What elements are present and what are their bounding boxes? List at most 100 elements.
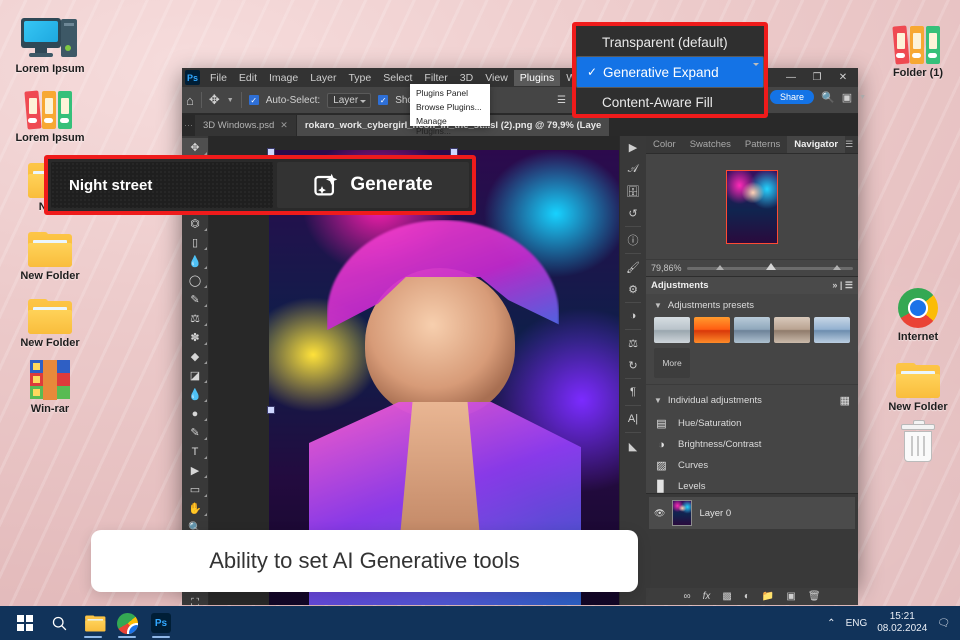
- tab-swatches[interactable]: Swatches: [683, 136, 738, 153]
- prompt-input[interactable]: Night street: [51, 162, 273, 208]
- search-icon[interactable]: [42, 606, 76, 640]
- new-layer-icon[interactable]: ▣: [786, 591, 795, 602]
- paths-icon[interactable]: ◣: [620, 435, 646, 457]
- preset-thumbnail[interactable]: [654, 317, 690, 343]
- layer-scope-select[interactable]: Layer: [327, 93, 371, 108]
- menu-image[interactable]: Image: [263, 70, 304, 86]
- plugins-menu-item-panel[interactable]: Plugins Panel: [410, 86, 490, 100]
- search-icon[interactable]: 🔍: [821, 91, 835, 104]
- transform-handle-ml[interactable]: [267, 406, 275, 414]
- tab-grip[interactable]: ⋯: [182, 114, 195, 136]
- tab-patterns[interactable]: Patterns: [738, 136, 787, 153]
- menu-type[interactable]: Type: [342, 70, 377, 86]
- gradient-tool[interactable]: ◪: [182, 366, 208, 385]
- brush-tool[interactable]: ✎: [182, 290, 208, 309]
- desktop-icon-recycle-bin[interactable]: [872, 418, 960, 467]
- libraries-icon[interactable]: 🗄: [620, 180, 646, 202]
- dropdown-item-generative-expand[interactable]: ✓ Generative Expand: [576, 56, 764, 88]
- preset-thumbnail[interactable]: [814, 317, 850, 343]
- info-icon[interactable]: ⓘ: [620, 229, 646, 251]
- delete-icon[interactable]: 🗑: [808, 591, 821, 602]
- generate-button[interactable]: Generate: [277, 162, 469, 208]
- desktop-icon-winrar[interactable]: Win-rar: [4, 354, 96, 416]
- path-selection-tool[interactable]: ▶: [182, 461, 208, 480]
- workspace-icon[interactable]: ▣: [842, 91, 852, 104]
- preset-thumbnail[interactable]: [694, 317, 730, 343]
- preset-thumbnail[interactable]: [774, 317, 810, 343]
- frame-tool[interactable]: ▯: [182, 233, 208, 252]
- adjustment-icon[interactable]: ◐: [744, 591, 750, 602]
- align-horizontal-centers-icon[interactable]: ☰: [557, 95, 566, 106]
- panel-menu-icon[interactable]: ☰: [845, 139, 858, 150]
- photoshop-icon[interactable]: Ps: [144, 606, 178, 640]
- maximize-button[interactable]: ❐: [804, 68, 830, 87]
- crop-tool[interactable]: ⏣: [182, 214, 208, 233]
- paragraph-icon[interactable]: ¶: [620, 381, 646, 403]
- link-icon[interactable]: ∞: [683, 591, 690, 602]
- blur-tool[interactable]: 💧: [182, 385, 208, 404]
- menu-edit[interactable]: Edit: [233, 70, 263, 86]
- glyphs-icon[interactable]: 𝒜: [620, 158, 646, 180]
- properties-icon[interactable]: ⚙: [620, 278, 646, 300]
- pen-tool[interactable]: ✎: [182, 423, 208, 442]
- desktop-icon-folder-1[interactable]: Folder (1): [872, 18, 960, 80]
- eraser-tool[interactable]: ◆: [182, 347, 208, 366]
- individual-adjustments-header[interactable]: ▼ Individual adjustments ▦: [646, 388, 858, 413]
- tab-color[interactable]: Color: [646, 136, 683, 153]
- dropdown-item-transparent[interactable]: Transparent (default): [576, 28, 764, 56]
- move-tool-icon[interactable]: ✥: [209, 92, 220, 108]
- tab-navigator[interactable]: Navigator: [787, 136, 845, 153]
- history-brush-tool[interactable]: ✽: [182, 328, 208, 347]
- layer-row[interactable]: 👁 Layer 0: [649, 497, 855, 529]
- menu-layer[interactable]: Layer: [304, 70, 342, 86]
- language-indicator[interactable]: ENG: [846, 618, 868, 629]
- chevron-down-icon[interactable]: ▼: [859, 94, 866, 101]
- clone-stamp-tool[interactable]: ⚖: [182, 309, 208, 328]
- close-button[interactable]: ✕: [830, 68, 856, 87]
- play-icon[interactable]: ▶: [620, 136, 646, 158]
- notification-icon[interactable]: 🗨: [937, 618, 950, 629]
- character-icon[interactable]: A|: [620, 408, 646, 430]
- more-presets-button[interactable]: More: [654, 348, 690, 378]
- menu-file[interactable]: File: [204, 70, 233, 86]
- chrome-icon[interactable]: [110, 606, 144, 640]
- zoom-slider-thumb[interactable]: [766, 263, 776, 270]
- zoom-in-icon[interactable]: [833, 265, 841, 270]
- adjustment-levels[interactable]: ▊ Levels: [646, 476, 858, 493]
- history-icon[interactable]: ↺: [620, 202, 646, 224]
- group-icon[interactable]: 📁: [762, 591, 774, 602]
- dropdown-item-content-aware-fill[interactable]: Content-Aware Fill: [576, 88, 764, 116]
- zoom-slider[interactable]: [687, 267, 853, 270]
- desktop-icon-binders[interactable]: Lorem Ipsum: [4, 83, 96, 145]
- show-transform-checkbox[interactable]: ✓: [378, 95, 388, 105]
- hand-tool[interactable]: ✋: [182, 499, 208, 518]
- fx-icon[interactable]: fx: [703, 591, 711, 602]
- dodge-tool[interactable]: ●: [182, 404, 208, 423]
- chevron-down-icon[interactable]: ▼: [227, 97, 234, 104]
- share-button[interactable]: Share: [770, 90, 814, 104]
- clock[interactable]: 15:21 08.02.2024: [877, 611, 927, 635]
- zoom-out-icon[interactable]: [716, 265, 724, 270]
- brush-settings-icon[interactable]: 🖌: [620, 256, 646, 278]
- menu-plugins[interactable]: Plugins: [514, 70, 560, 86]
- desktop-icon-new-folder-2[interactable]: New Folder: [4, 288, 96, 350]
- close-icon[interactable]: ✕: [280, 120, 288, 131]
- document-tab-3d-windows[interactable]: 3D Windows.psd ✕: [195, 115, 296, 136]
- clone-source-icon[interactable]: ⚖: [620, 332, 646, 354]
- mask-icon[interactable]: ▩: [722, 591, 731, 602]
- plugins-menu-item-manage[interactable]: Manage Plugins...: [410, 114, 490, 138]
- adjustment-curves[interactable]: ▨ Curves: [646, 455, 858, 476]
- auto-select-checkbox[interactable]: ✓: [249, 95, 259, 105]
- adjustment-hue-saturation[interactable]: ▤ Hue/Saturation: [646, 413, 858, 434]
- panel-collapse-icon[interactable]: » | ☰: [832, 280, 853, 291]
- adjustments-presets-header[interactable]: ▼ Adjustments presets: [646, 294, 858, 317]
- type-tool[interactable]: T: [182, 442, 208, 461]
- grid-view-icon[interactable]: ▦: [840, 394, 850, 407]
- desktop-icon-new-folder-1[interactable]: New Folder: [4, 221, 96, 283]
- minimize-button[interactable]: —: [778, 68, 804, 87]
- file-explorer-icon[interactable]: [76, 606, 110, 640]
- eyedropper-tool[interactable]: 💧: [182, 252, 208, 271]
- windows-start-icon[interactable]: [8, 606, 42, 640]
- desktop-icon-new-folder-right[interactable]: New Folder: [872, 352, 960, 414]
- plugins-menu-item-browse[interactable]: Browse Plugins...: [410, 100, 490, 114]
